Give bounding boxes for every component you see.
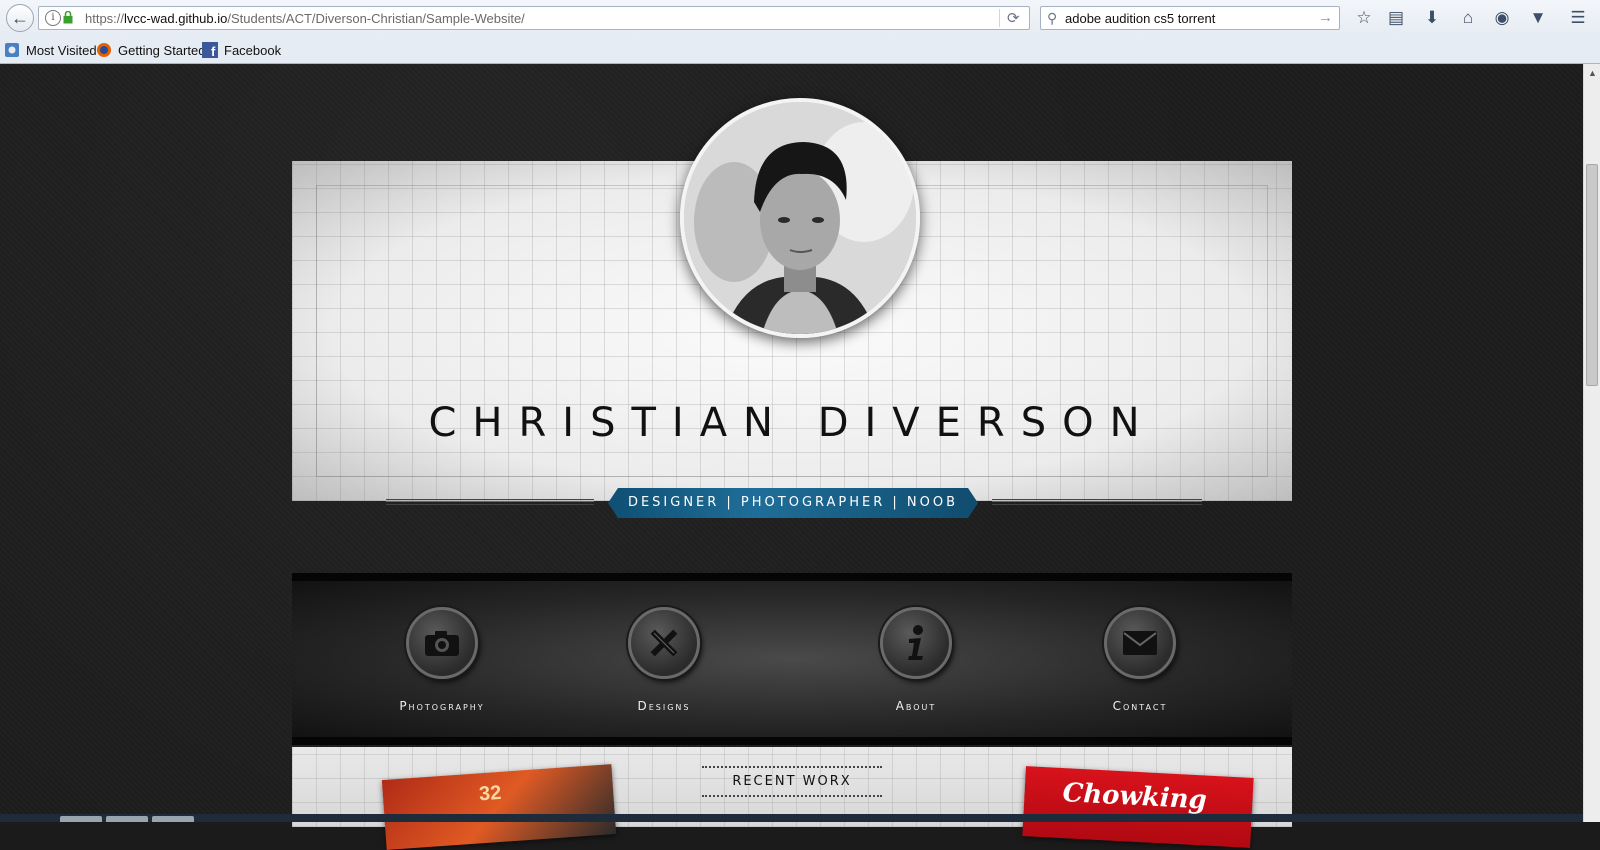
bookmark-label: Most Visited — [26, 42, 97, 58]
star-icon[interactable]: ☆ — [1352, 7, 1376, 29]
tagline-rule-left — [386, 499, 594, 505]
page-scrollbar[interactable]: ▲ — [1583, 64, 1600, 822]
browser-toolbar: ← i https://lvcc-wad.github.io/Students/… — [0, 0, 1600, 36]
envelope-icon — [1123, 631, 1157, 655]
taskbar-button[interactable] — [60, 816, 102, 822]
site-owner-name: CHRISTIAN DIVERSON — [428, 400, 1156, 446]
nav-label[interactable]: Designs — [584, 699, 744, 713]
menu-icon[interactable]: ☰ — [1566, 7, 1590, 29]
url-divider — [999, 9, 1000, 27]
tagline-rule-right — [992, 499, 1202, 505]
reload-icon[interactable]: ⟳ — [1007, 9, 1020, 27]
nav-item-photography[interactable]: Photography — [362, 607, 522, 713]
nav-item-contact[interactable]: Contact — [1060, 607, 1220, 713]
recent-works-title: RECENT WORX — [702, 766, 882, 797]
profile-photo — [680, 98, 920, 338]
info-icon — [908, 625, 923, 660]
chat-icon[interactable]: ◉ — [1490, 7, 1514, 29]
search-input[interactable]: adobe audition cs5 torrent — [1065, 11, 1215, 26]
bookmark-label: Facebook — [224, 42, 282, 58]
pocket-icon[interactable]: ▼ — [1526, 7, 1550, 29]
bookmark-getting-started[interactable]: Getting Started — [96, 42, 205, 58]
taskbar-button[interactable] — [152, 816, 194, 822]
portrait-image — [684, 102, 916, 334]
bookmark-facebook[interactable]: f Facebook — [202, 42, 281, 58]
taskbar-button[interactable] — [106, 816, 148, 822]
chowking-logo: Chowking — [1061, 778, 1208, 816]
nav-circle[interactable] — [1104, 607, 1176, 679]
search-go-icon[interactable]: → — [1318, 9, 1333, 26]
scroll-up-arrow-icon[interactable]: ▲ — [1588, 68, 1597, 78]
nav-item-about[interactable]: About — [836, 607, 996, 713]
home-icon[interactable]: ⌂ — [1456, 7, 1480, 29]
scroll-thumb[interactable] — [1586, 164, 1598, 386]
url-bar[interactable]: i https://lvcc-wad.github.io/Students/AC… — [38, 6, 1030, 30]
facebook-icon: f — [202, 42, 218, 58]
nav-label[interactable]: About — [836, 699, 996, 713]
tagline-ribbon: DESIGNER | PHOTOGRAPHER | NOOB — [608, 488, 978, 518]
recent-work-thumbnail-left[interactable]: 32 — [381, 764, 617, 850]
reading-list-icon[interactable]: ▤ — [1384, 7, 1408, 29]
nav-circle[interactable] — [880, 607, 952, 679]
url-text[interactable]: https://lvcc-wad.github.io/Students/ACT/… — [85, 11, 525, 26]
bookmark-most-visited[interactable]: Most Visited — [4, 42, 97, 58]
svg-text:f: f — [211, 44, 216, 58]
nav-item-designs[interactable]: Designs — [584, 607, 744, 713]
bookmarks-bar: Most Visited Getting Started f Facebook — [0, 36, 1600, 64]
search-bar[interactable]: ⚲ adobe audition cs5 torrent → — [1040, 6, 1340, 30]
back-arrow-icon: ← — [11, 7, 29, 28]
nav-label[interactable]: Photography — [362, 699, 522, 713]
pencil-ruler-icon — [650, 629, 678, 657]
camera-icon — [425, 631, 459, 656]
recent-work-thumbnail-right[interactable]: Chowking — [1022, 766, 1254, 848]
bookmark-label: Getting Started — [118, 42, 206, 58]
nav-label[interactable]: Contact — [1060, 699, 1220, 713]
nav-circle[interactable] — [406, 607, 478, 679]
search-icon: ⚲ — [1047, 10, 1058, 26]
info-icon[interactable]: i — [45, 10, 61, 26]
nav-circle[interactable] — [628, 607, 700, 679]
most-visited-icon — [5, 43, 19, 57]
firefox-icon — [97, 43, 111, 57]
download-icon[interactable]: ⬇ — [1420, 7, 1444, 29]
os-taskbar — [0, 814, 1583, 822]
back-button[interactable]: ← — [6, 4, 34, 32]
thumbnail-number: 32 — [478, 781, 503, 806]
lock-icon — [63, 11, 73, 24]
